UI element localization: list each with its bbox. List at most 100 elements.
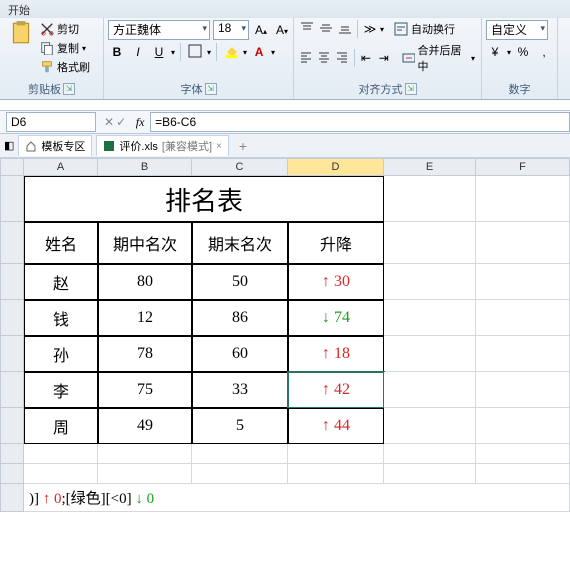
fx-button[interactable]: fx [130, 115, 150, 130]
underline-button[interactable]: U [150, 43, 168, 61]
cell[interactable] [476, 264, 570, 300]
row-header[interactable] [0, 464, 24, 484]
cell[interactable] [476, 372, 570, 408]
data-cell[interactable]: 孙 [24, 336, 98, 372]
header-cell[interactable]: 期末名次 [192, 222, 288, 264]
data-cell[interactable]: 50 [192, 264, 288, 300]
data-cell[interactable]: 33 [192, 372, 288, 408]
row-header[interactable] [0, 408, 24, 444]
col-header-B[interactable]: B [98, 158, 192, 176]
cell[interactable] [476, 222, 570, 264]
cell[interactable] [384, 264, 476, 300]
comma-button[interactable]: , [535, 43, 553, 61]
row-header[interactable] [0, 264, 24, 300]
font-color-button[interactable]: A [250, 43, 268, 61]
indent-dec-button[interactable]: ⇤ [357, 49, 374, 67]
align-bottom-button[interactable] [336, 20, 354, 38]
cell[interactable] [192, 444, 288, 464]
align-top-button[interactable] [298, 20, 316, 38]
format-cell[interactable]: )] ↑ 0;[绿色][<0] ↓ 0 [24, 484, 570, 512]
data-cell[interactable]: 60 [192, 336, 288, 372]
merge-center-button[interactable]: 合并后居中▾ [400, 41, 477, 75]
data-cell[interactable]: 钱 [24, 300, 98, 336]
diff-cell[interactable]: ↓ 74 [288, 300, 384, 336]
data-cell[interactable]: 5 [192, 408, 288, 444]
row-header[interactable] [0, 444, 24, 464]
cell[interactable] [384, 408, 476, 444]
cell[interactable] [384, 464, 476, 484]
format-painter-button[interactable]: 格式刷 [38, 58, 92, 76]
tab-nav-icon[interactable]: ◧ [4, 139, 14, 152]
col-header-A[interactable]: A [24, 158, 98, 176]
data-cell[interactable]: 李 [24, 372, 98, 408]
file-tab[interactable]: 评价.xls [兼容模式] × [96, 135, 228, 156]
indent-inc-button[interactable]: ⇥ [375, 49, 392, 67]
data-cell[interactable]: 75 [98, 372, 192, 408]
data-cell[interactable]: 86 [192, 300, 288, 336]
shrink-font-button[interactable]: A▾ [273, 21, 291, 39]
cell[interactable] [288, 444, 384, 464]
percent-button[interactable]: % [514, 43, 532, 61]
clipboard-launcher[interactable]: ⇲ [63, 83, 75, 95]
fill-color-button[interactable] [222, 43, 240, 61]
close-icon[interactable]: × [216, 141, 222, 152]
cell[interactable] [476, 408, 570, 444]
row-header[interactable] [0, 222, 24, 264]
data-cell[interactable]: 12 [98, 300, 192, 336]
col-header-C[interactable]: C [192, 158, 288, 176]
cancel-icon[interactable]: ✕ [104, 115, 114, 129]
cell[interactable] [192, 464, 288, 484]
number-format-combo[interactable]: 自定义 [486, 20, 548, 40]
align-center-button[interactable] [316, 49, 333, 67]
col-header-D[interactable]: D [288, 158, 384, 176]
cell[interactable] [476, 336, 570, 372]
col-header-F[interactable]: F [476, 158, 570, 176]
font-name-combo[interactable]: 方正魏体 [108, 20, 210, 40]
diff-cell[interactable]: ↑ 18 [288, 336, 384, 372]
data-cell[interactable]: 赵 [24, 264, 98, 300]
cell[interactable] [476, 444, 570, 464]
cell[interactable] [98, 464, 192, 484]
enter-icon[interactable]: ✓ [116, 115, 126, 129]
title-cell[interactable]: 排名表 [24, 176, 384, 222]
row-header[interactable] [0, 372, 24, 408]
name-box[interactable]: D6 [6, 112, 96, 132]
col-header-E[interactable]: E [384, 158, 476, 176]
header-cell[interactable]: 升降 [288, 222, 384, 264]
align-left-button[interactable] [298, 49, 315, 67]
cell[interactable] [384, 176, 476, 222]
grow-font-button[interactable]: A▴ [252, 21, 270, 39]
cell[interactable] [288, 464, 384, 484]
row-header[interactable] [0, 336, 24, 372]
cell[interactable] [384, 372, 476, 408]
font-size-combo[interactable]: 18 [213, 20, 249, 40]
data-cell[interactable]: 80 [98, 264, 192, 300]
currency-button[interactable]: ¥ [486, 43, 504, 61]
cell[interactable] [384, 336, 476, 372]
orientation-button[interactable]: ≫ [361, 20, 379, 38]
select-all-corner[interactable] [0, 158, 24, 176]
home-tab[interactable]: 模板专区 [18, 135, 92, 156]
grid[interactable]: A B C D E F 排名表 姓名 期中名次 期末名次 升降 赵8050↑ 3… [0, 158, 570, 512]
align-right-button[interactable] [334, 49, 351, 67]
header-cell[interactable]: 期中名次 [98, 222, 192, 264]
cell[interactable] [24, 464, 98, 484]
header-cell[interactable]: 姓名 [24, 222, 98, 264]
tab-home[interactable]: 开始 [0, 0, 38, 18]
cell[interactable] [384, 300, 476, 336]
formula-input[interactable]: =B6-C6 [150, 112, 570, 132]
copy-button[interactable]: 复制▾ [38, 39, 92, 57]
border-button[interactable] [186, 43, 204, 61]
cell[interactable] [384, 444, 476, 464]
data-cell[interactable]: 78 [98, 336, 192, 372]
row-header[interactable] [0, 176, 24, 222]
data-cell[interactable]: 49 [98, 408, 192, 444]
wrap-text-button[interactable]: 自动换行 [392, 20, 457, 38]
diff-cell[interactable]: ↑ 30 [288, 264, 384, 300]
cut-button[interactable]: 剪切 [38, 20, 92, 38]
data-cell[interactable]: 周 [24, 408, 98, 444]
align-middle-button[interactable] [317, 20, 335, 38]
italic-button[interactable]: I [129, 43, 147, 61]
align-launcher[interactable]: ⇲ [405, 83, 417, 95]
cell[interactable] [476, 464, 570, 484]
